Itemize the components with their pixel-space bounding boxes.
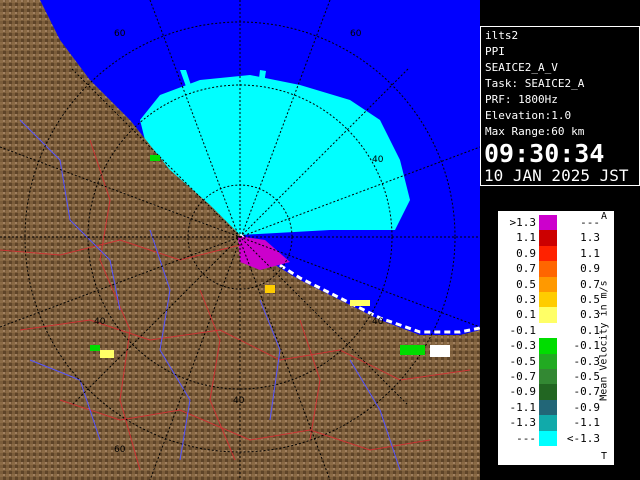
legend-corner-top: A [601,211,608,222]
legend-color-swatch [539,338,557,354]
legend-color-swatch [539,384,557,400]
prf-value: PRF: 1800Hz [485,93,558,106]
legend-color-swatch [539,353,557,369]
ring-label-extra: 60 [350,29,362,39]
legend-upper-value: --- [580,216,600,229]
ring-label: 40 [94,317,106,327]
ring-label: 60 [114,29,126,39]
legend-row: -0.1 0.1 [498,322,600,339]
legend-row: --- <-1.3 [498,430,600,446]
ring-label: 40 [372,155,384,165]
legend-row: -0.3 -0.1 [498,338,600,354]
legend-row: >1.3 --- [498,215,600,231]
legend-color-swatch [539,261,557,277]
max-range-value: Max Range:60 km [485,125,585,138]
legend-color-swatch [539,230,557,246]
legend-lower-value: 0.9 [516,246,536,260]
radar-site-name: ilts2 [485,29,519,42]
legend-lower-value: 0.1 [516,308,536,322]
legend-row: 0.3 0.5 [498,292,600,308]
legend-color-swatch [539,322,557,339]
legend-lower-value: -0.5 [509,354,537,368]
legend-color-swatch [539,245,557,262]
legend-row: -0.7 -0.5 [498,369,600,385]
legend-color-swatch [539,276,557,292]
legend-row: 0.5 0.7 [498,276,600,292]
legend-row: -1.3 -1.1 [498,415,600,431]
elevation-value: Elevation:1.0 [485,109,572,122]
legend-lower-value: 0.7 [516,262,536,276]
scan-mode: PPI [485,45,505,58]
legend-lower-value: -1.3 [509,416,537,430]
scan-info-panel: ilts2 PPI SEAICE2_A_V Task: SEAICE2_A PR… [480,26,640,186]
legend-color-swatch [539,399,557,416]
product-name: SEAICE2_A_V [485,61,558,74]
legend-title-wrap: Mean Velocity in m/s [591,239,611,449]
ring-label: 60 [114,445,126,455]
scan-date: 10 JAN 2025 JST [484,166,629,185]
legend-row: -0.9 -0.7 [498,384,600,400]
legend-lower-value: -1.1 [509,400,537,414]
legend-title: Mean Velocity in m/s [598,280,610,401]
velocity-legend: A >1.3 --- 1.1 1.3 0.9 1.1 0.7 0.9 0.5 0.7 0.3 0.5 0… [497,210,615,466]
ring-label: 40 [233,396,245,406]
legend-row: -1.1 -0.9 [498,399,600,416]
radar-ppi-map: 60 40 40 40 60 60 40 [0,0,480,480]
legend-color-swatch [539,369,557,385]
task-name: Task: SEAICE2_A [485,77,585,90]
legend-lower-value: -0.1 [509,323,537,337]
legend-lower-value: -0.7 [509,370,537,383]
legend-color-swatch [539,292,557,308]
legend-color-swatch [539,307,557,323]
legend-lower-value: -0.3 [509,339,537,353]
scan-time: 09:30:34 [484,139,605,168]
legend-lower-value: >1.3 [509,216,537,229]
legend-row: 0.7 0.9 [498,261,600,277]
legend-lower-value: --- [516,431,536,445]
legend-lower-value: 0.3 [516,293,536,306]
legend-lower-value: 1.1 [516,231,536,245]
legend-row: 0.9 1.1 [498,245,600,262]
legend-color-swatch [539,430,557,446]
legend-lower-value: 0.5 [516,277,536,291]
legend-lower-value: -0.9 [509,385,537,399]
legend-row: -0.5 -0.3 [498,353,600,369]
legend-color-swatch [539,215,557,231]
legend-row: 0.1 0.3 [498,307,600,323]
legend-row: 1.1 1.3 [498,230,600,246]
legend-corner-bottom: T [601,451,608,462]
ring-label-extra: 40 [372,317,384,327]
legend-color-swatch [539,415,557,431]
